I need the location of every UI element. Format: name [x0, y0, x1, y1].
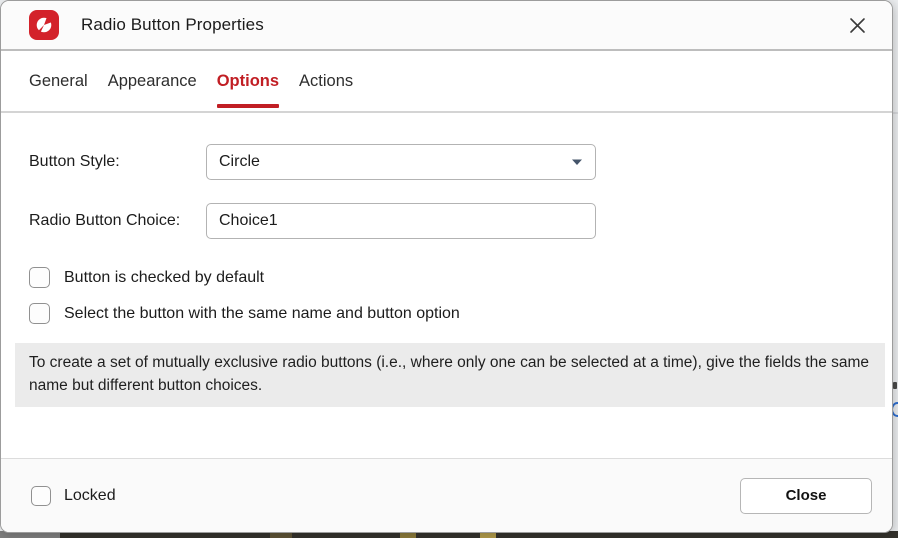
button-style-dropdown[interactable]: Circle [206, 144, 596, 180]
options-tab-panel: Button Style: Circle Radio Button Choice… [1, 113, 892, 458]
radio-button-choice-label: Radio Button Choice: [29, 212, 206, 230]
radio-button-choice-row: Radio Button Choice: [29, 203, 892, 239]
same-name-option-checkbox[interactable] [29, 303, 50, 324]
tab-actions[interactable]: Actions [299, 51, 353, 111]
locked-label: Locked [64, 487, 116, 505]
tab-options[interactable]: Options [217, 51, 279, 111]
button-style-value: Circle [219, 153, 571, 171]
checked-by-default-row: Button is checked by default [29, 267, 892, 288]
tab-general[interactable]: General [29, 51, 88, 111]
button-style-row: Button Style: Circle [29, 144, 892, 180]
dialog-title: Radio Button Properties [81, 15, 264, 35]
properties-tabbar: General Appearance Options Actions [1, 51, 892, 113]
checked-by-default-label: Button is checked by default [64, 269, 264, 287]
close-icon[interactable] [840, 8, 874, 42]
checked-by-default-checkbox[interactable] [29, 267, 50, 288]
tab-appearance[interactable]: Appearance [108, 51, 197, 111]
radio-button-properties-dialog: Radio Button Properties General Appearan… [0, 0, 893, 533]
button-style-label: Button Style: [29, 153, 206, 171]
radio-button-choice-input[interactable] [206, 203, 596, 239]
pdf-editor-logo-icon [29, 10, 59, 40]
dialog-footer: Locked Close [1, 458, 892, 532]
mutually-exclusive-info-text: To create a set of mutually exclusive ra… [15, 343, 885, 407]
close-button[interactable]: Close [740, 478, 872, 514]
dialog-titlebar: Radio Button Properties [1, 1, 892, 51]
same-name-option-row: Select the button with the same name and… [29, 303, 892, 324]
locked-checkbox[interactable] [31, 486, 51, 506]
chevron-down-icon [571, 158, 583, 166]
background-cursor-mark [893, 382, 897, 389]
app-background: Radio Button Properties General Appearan… [0, 0, 898, 538]
same-name-option-label: Select the button with the same name and… [64, 305, 460, 323]
